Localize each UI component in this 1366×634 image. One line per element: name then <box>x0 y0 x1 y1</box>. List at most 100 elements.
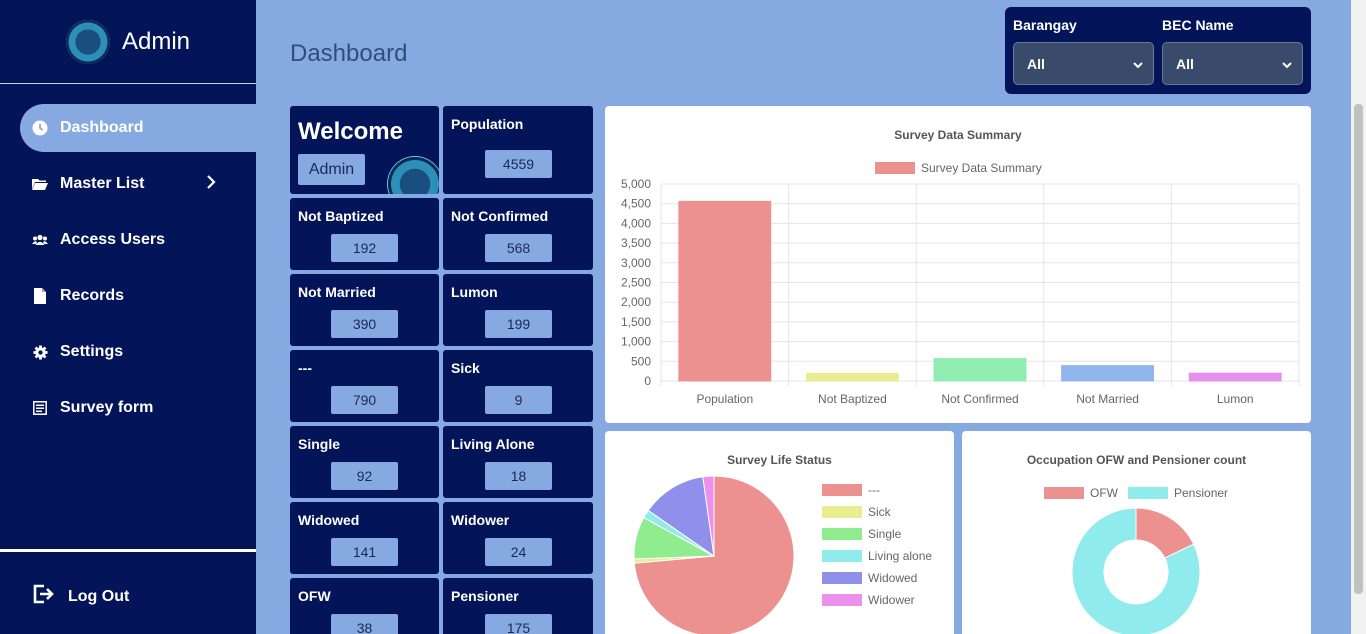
sidebar-item-label: Survey form <box>60 399 154 416</box>
barangay-value: All <box>1027 55 1045 72</box>
bar-chart-panel: Survey Data Summary Survey Data Summary … <box>605 106 1311 423</box>
sidebar-item-label: Access Users <box>60 231 165 248</box>
stat-label: Not Confirmed <box>451 208 549 224</box>
logo-icon <box>65 19 110 64</box>
stat-card-unspecified: --- 790 <box>290 350 439 422</box>
barangay-select[interactable]: All <box>1013 42 1154 85</box>
legend-item[interactable]: Widower <box>822 589 915 611</box>
stat-label: Not Baptized <box>298 208 384 224</box>
doughnut-chart <box>1071 507 1201 634</box>
bar[interactable] <box>933 358 1027 382</box>
sidebar-item-settings[interactable]: Settings <box>0 328 256 376</box>
form-icon <box>32 400 48 416</box>
legend-label: --- <box>868 483 880 497</box>
legend-swatch <box>822 506 862 518</box>
logout-label: Log Out <box>68 587 130 605</box>
legend-swatch <box>822 594 862 606</box>
x-tick-label: Not Confirmed <box>941 392 1018 406</box>
y-tick-label: 1,000 <box>621 335 651 349</box>
life-status-panel: Survey Life Status --- Sick Single Livin… <box>605 431 954 634</box>
nav-menu: Dashboard Master List Access Users Recor… <box>0 84 256 432</box>
legend-item[interactable]: --- <box>822 479 880 501</box>
logo-icon <box>387 156 439 194</box>
legend-label: Living alone <box>868 549 933 563</box>
stat-label: Single <box>298 436 341 452</box>
scrollbar-thumb[interactable] <box>1354 104 1363 594</box>
sidebar-item-master-list[interactable]: Master List <box>0 160 256 208</box>
legend-item[interactable]: Living alone <box>822 545 932 567</box>
stat-value: 4559 <box>485 150 552 178</box>
y-tick-label: 1,500 <box>621 315 651 329</box>
sidebar-item-access-users[interactable]: Access Users <box>0 216 256 264</box>
y-tick-label: 3,500 <box>621 236 651 250</box>
page-title: Dashboard <box>290 40 408 67</box>
sidebar-item-label: Settings <box>60 343 124 360</box>
y-tick-label: 4,500 <box>621 197 651 211</box>
user-button[interactable]: Admin <box>298 154 365 185</box>
stat-value: 790 <box>331 386 398 414</box>
welcome-title: Welcome <box>298 118 403 145</box>
y-tick-label: 4,000 <box>621 216 651 230</box>
stat-value: 18 <box>485 462 552 490</box>
sidebar-title: Admin <box>121 27 191 55</box>
stat-card-lumon: Lumon 199 <box>443 274 593 346</box>
clock-icon <box>32 120 48 136</box>
legend-swatch <box>822 572 862 584</box>
sidebar-item-label: Dashboard <box>60 119 144 136</box>
bar[interactable] <box>678 200 772 382</box>
stat-value: 199 <box>485 310 552 338</box>
stat-card-sick: Sick 9 <box>443 350 593 422</box>
legend-swatch <box>822 550 862 562</box>
scrollbar[interactable] <box>1351 0 1366 634</box>
stat-value: 568 <box>485 234 552 262</box>
logout-button[interactable]: Log Out <box>32 584 129 609</box>
x-tick-label: Lumon <box>1217 392 1254 406</box>
stat-value: 390 <box>331 310 398 338</box>
stat-label: --- <box>298 360 312 376</box>
stat-card-pensioner: Pensioner 175 <box>443 578 593 634</box>
stat-value: 192 <box>331 234 398 262</box>
stat-card-single: Single 92 <box>290 426 439 498</box>
legend-item[interactable]: Single <box>822 523 901 545</box>
sidebar-item-label: Records <box>60 287 125 304</box>
legend-item[interactable]: Widowed <box>822 567 917 589</box>
sidebar-item-survey-form[interactable]: Survey form <box>0 384 256 432</box>
legend-item[interactable]: Sick <box>822 501 891 523</box>
sidebar-item-records[interactable]: Records <box>0 272 256 320</box>
stat-label: Living Alone <box>451 436 535 452</box>
stat-label: Population <box>451 116 524 132</box>
bar[interactable] <box>1061 365 1155 382</box>
pie-legend: --- Sick Single Living alone Widowed Wid… <box>822 479 932 611</box>
legend-label: Single <box>868 527 902 541</box>
sidebar-item-dashboard[interactable]: Dashboard <box>20 104 256 152</box>
y-tick-label: 5,000 <box>621 177 651 191</box>
bar[interactable] <box>1188 372 1282 382</box>
y-tick-label: 3,000 <box>621 256 651 270</box>
legend-swatch <box>822 528 862 540</box>
brand: Admin <box>0 0 256 84</box>
stat-label: Sick <box>451 360 480 376</box>
x-tick-label: Population <box>696 392 753 406</box>
bec-label: BEC Name <box>1162 17 1234 33</box>
barangay-filter: Barangay All <box>1013 17 1154 85</box>
bec-select[interactable]: All <box>1162 42 1303 85</box>
stat-label: Widower <box>451 512 510 528</box>
stat-value: 9 <box>485 386 552 414</box>
bar[interactable] <box>805 372 899 382</box>
stat-card-not-baptized: Not Baptized 192 <box>290 198 439 270</box>
chevron-right-icon[interactable] <box>206 174 216 195</box>
chevron-down-icon <box>1133 56 1143 72</box>
stat-label: Not Married <box>298 284 376 300</box>
chevron-down-icon <box>1282 56 1292 72</box>
file-icon <box>32 288 48 304</box>
stat-label: Widowed <box>298 512 360 528</box>
x-tick-label: Not Baptized <box>818 392 887 406</box>
stat-card-not-confirmed: Not Confirmed 568 <box>443 198 593 270</box>
filter-panel: Barangay All BEC Name All <box>1005 7 1311 94</box>
legend-label: Widowed <box>868 571 918 585</box>
x-tick-label: Not Married <box>1076 392 1139 406</box>
y-tick-label: 2,000 <box>621 295 651 309</box>
occupation-panel: Occupation OFW and Pensioner count OFW P… <box>962 431 1311 634</box>
legend-label: Widower <box>868 593 915 607</box>
stat-card-population: Population 4559 <box>443 106 593 194</box>
